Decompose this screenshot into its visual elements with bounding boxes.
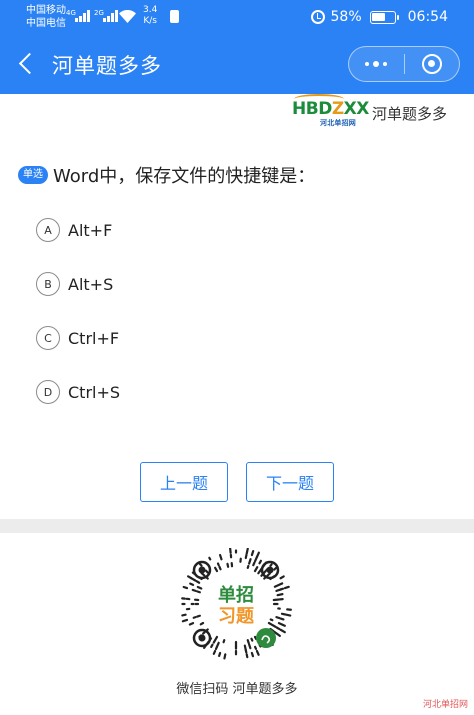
watermark: 河北单招网 — [422, 700, 468, 710]
close-button[interactable] — [404, 47, 459, 81]
option-text: Alt+S — [68, 274, 114, 294]
back-button[interactable] — [14, 50, 40, 78]
more-dots-icon — [365, 62, 370, 66]
mini-program-capsule — [348, 46, 460, 82]
section-divider — [0, 519, 474, 533]
speed-value: 3.4 — [143, 5, 158, 15]
close-ring-icon — [421, 54, 442, 74]
option-letter: D — [36, 380, 60, 404]
battery-percent: 58% — [330, 9, 362, 25]
qr-label-line-2: 习题 — [218, 606, 255, 627]
signal-2-icon — [103, 10, 118, 22]
title-bar: 河单题多多 — [0, 36, 474, 94]
option-b[interactable]: B Alt+S — [36, 270, 113, 298]
option-letter: C — [36, 326, 60, 350]
option-letter: A — [36, 218, 60, 242]
mini-program-qr-code: 单招 习题 — [181, 548, 292, 660]
question-type-badge: 单选 — [18, 166, 48, 184]
battery-icon — [369, 10, 399, 24]
option-text: Alt+F — [68, 220, 113, 240]
logo-subtext: 河北单招网 — [320, 119, 356, 127]
next-question-button[interactable]: 下一题 — [246, 462, 334, 502]
qr-caption: 微信扫码 河单题多多 — [176, 682, 298, 697]
sim-icon — [170, 10, 179, 23]
option-text: Ctrl+S — [68, 382, 121, 402]
option-c[interactable]: C Ctrl+F — [36, 324, 119, 352]
option-text: Ctrl+F — [68, 328, 120, 348]
option-letter: B — [36, 272, 60, 296]
logo-letters: HBDZXX — [292, 99, 369, 119]
brand-name: 河单题多多 — [372, 104, 448, 123]
alarm-icon — [310, 10, 325, 24]
signal-1-icon — [75, 10, 90, 22]
carrier-info: 中国移动 中国电信 — [26, 4, 66, 30]
carrier-1: 中国移动 — [26, 5, 66, 16]
prev-question-button[interactable]: 上一题 — [140, 462, 228, 502]
qr-label-line-1: 单招 — [218, 584, 254, 606]
mini-program-icon — [256, 628, 276, 648]
question: 单选 Word中，保存文件的快捷键是： — [18, 162, 315, 188]
page-title: 河单题多多 — [52, 54, 162, 78]
option-a[interactable]: A Alt+F — [36, 216, 112, 244]
brand-row: HBDZXX 河北单招网 河单题多多 — [292, 94, 448, 130]
network-speed: 3.4 K/s — [143, 5, 157, 27]
question-text: Word中，保存文件的快捷键是： — [53, 166, 316, 187]
site-logo: HBDZXX 河北单招网 — [292, 94, 369, 128]
clock: 06:54 — [407, 9, 448, 25]
more-menu-button[interactable] — [349, 47, 404, 81]
option-d[interactable]: D Ctrl+S — [36, 378, 120, 406]
status-bar: 中国移动 中国电信 4G 2G 3.4 K/s 58% 06:54 — [0, 0, 474, 36]
carrier-2: 中国电信 — [26, 18, 66, 29]
speed-unit: K/s — [143, 16, 157, 26]
wifi-icon — [119, 10, 136, 23]
